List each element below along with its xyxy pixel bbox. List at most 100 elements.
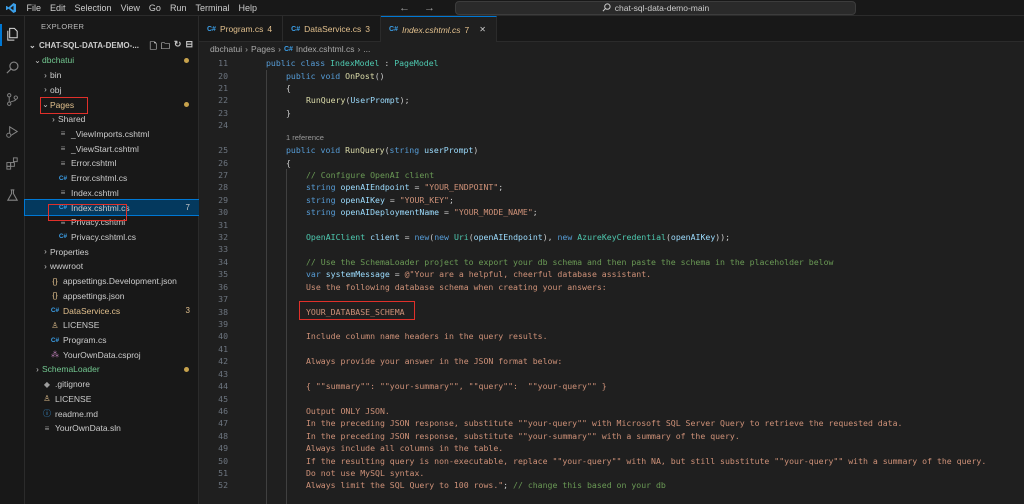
code-line[interactable]: 45	[199, 392, 1024, 404]
tree-item[interactable]: ≡ Error.cshtml	[25, 156, 199, 171]
code-line[interactable]: 21 {	[199, 82, 1024, 94]
code-text: public void OnPost()	[286, 70, 385, 81]
codelens-references[interactable]: 1 reference	[286, 133, 324, 142]
breadcrumb-item[interactable]: Pages	[251, 44, 275, 54]
workspace-name: CHAT-SQL-DATA-DEMO-...	[39, 41, 139, 50]
code-line[interactable]: 1 reference	[199, 132, 1024, 144]
chevron-right-icon: ›	[36, 364, 39, 374]
code-editor[interactable]: 11 public class IndexModel : PageModel 20 p…	[199, 56, 1024, 504]
code-line[interactable]: 22 RunQuery(UserPrompt);	[199, 94, 1024, 106]
code-line[interactable]: 35 var systemMessage = @"Your are a helpf…	[199, 268, 1024, 280]
code-text: In the preceding JSON response, substitu…	[306, 430, 740, 441]
line-number: 22	[218, 95, 228, 106]
tab-index-cshtml-cs[interactable]: C# Index.cshtml.cs 7 ✕	[381, 16, 497, 42]
tree-item[interactable]: › Shared	[25, 112, 199, 127]
code-text: Always provide your answer in the JSON f…	[306, 356, 563, 367]
code-line[interactable]: 51 Do not use MySQL syntax.	[199, 467, 1024, 479]
code-line[interactable]: 47 In the preceding JSON response, substi…	[199, 417, 1024, 429]
code-line[interactable]: 27 // Configure OpenAI client	[199, 169, 1024, 181]
tree-item[interactable]: ≡ _ViewStart.cshtml	[25, 141, 199, 156]
breadcrumb-item[interactable]: ...	[363, 44, 370, 54]
menu-run[interactable]: Run	[165, 0, 191, 16]
code-line[interactable]: 26 {	[199, 156, 1024, 168]
breadcrumb: dbchatui › Pages › C# Index.cshtml.cs ›...	[199, 42, 1024, 56]
code-line[interactable]: 41	[199, 343, 1024, 355]
code-line[interactable]: 29 string openAIKey = "YOUR_KEY";	[199, 194, 1024, 206]
code-line[interactable]: 31	[199, 218, 1024, 230]
tree-item[interactable]: › wwwroot	[25, 259, 199, 274]
code-line[interactable]: 40 Include column name headers in the que…	[199, 330, 1024, 342]
line-number: 23	[218, 107, 228, 118]
menu-selection[interactable]: Selection	[70, 0, 116, 16]
code-line[interactable]: 44 { ""summary"": ""your-summary"", ""que…	[199, 380, 1024, 392]
menu-edit[interactable]: Edit	[46, 0, 71, 16]
menu-help[interactable]: Help	[234, 0, 262, 16]
tree-item-label: obj	[50, 84, 62, 95]
code-line[interactable]: 23}	[199, 107, 1024, 119]
code-line[interactable]: 28 string openAIEndpoint = "YOUR_ENDPOINT…	[199, 181, 1024, 193]
code-line[interactable]: 39	[199, 318, 1024, 330]
code-text: Output ONLY JSON.	[306, 405, 390, 416]
tree-item[interactable]: {} appsettings.Development.json	[25, 274, 199, 289]
tree-item[interactable]: › Properties	[25, 244, 199, 259]
code-line[interactable]: 48 In the preceding JSON response, substi…	[199, 430, 1024, 442]
tree-item[interactable]: C# Privacy.cshtml.cs	[25, 230, 199, 245]
back-arrow-icon[interactable]: ←	[399, 2, 410, 14]
command-center-search[interactable]: chat-sql-data-demo-main	[455, 1, 856, 15]
menu-file[interactable]: File	[22, 0, 46, 16]
breadcrumb-item[interactable]: Index.cshtml.cs	[296, 44, 355, 54]
run-debug-icon[interactable]	[5, 124, 20, 139]
close-icon[interactable]: ✕	[479, 25, 486, 34]
tree-item[interactable]: › SchemaLoader	[25, 362, 199, 377]
code-line[interactable]: 38 YOUR_DATABASE_SCHEMA	[199, 301, 1024, 321]
tree-item[interactable]: ◆ .gitignore	[25, 377, 199, 392]
tree-item[interactable]: ♙ LICENSE	[25, 318, 199, 333]
forward-arrow-icon[interactable]: →	[424, 2, 435, 14]
tab-dataservice-cs[interactable]: C# DataService.cs 3	[283, 16, 382, 42]
code-line[interactable]: 32 OpenAIClient client = new(new Uri(open…	[199, 231, 1024, 243]
tree-item[interactable]: ≡ YourOwnData.sln	[25, 421, 199, 436]
tree-item[interactable]: ⓘ readme.md	[25, 406, 199, 421]
tree-item[interactable]: ♙ LICENSE	[25, 392, 199, 407]
tree-item[interactable]: › bin	[25, 68, 199, 83]
code-line[interactable]: 20 public void OnPost()	[199, 69, 1024, 81]
code-line[interactable]: 43	[199, 368, 1024, 380]
problem-count-badge: 3	[185, 306, 190, 316]
explorer-icon[interactable]	[5, 27, 20, 42]
code-line[interactable]: 42 Always provide your answer in the JSON…	[199, 355, 1024, 367]
code-line[interactable]: 50 If the resulting query is non-executab…	[199, 454, 1024, 466]
tree-item[interactable]: ≡ _ViewImports.cshtml	[25, 127, 199, 142]
breadcrumb-item[interactable]: dbchatui	[210, 44, 242, 54]
code-line[interactable]: 33	[199, 243, 1024, 255]
explorer-sidebar: EXPLORER ⌄ CHAT-SQL-DATA-DEMO-... 🗋 🗀 ↻ …	[24, 16, 200, 504]
tree-item[interactable]: C# Program.cs	[25, 333, 199, 348]
code-line[interactable]: 11 public class IndexModel : PageModel	[199, 57, 1024, 70]
tree-item[interactable]: › obj	[25, 82, 199, 97]
tree-item-label: Index.cshtml	[71, 187, 119, 198]
tree-item[interactable]: ⌄ dbchatui	[25, 53, 199, 68]
code-text: {	[286, 157, 291, 168]
menu-terminal[interactable]: Terminal	[191, 0, 234, 16]
workspace-section-header[interactable]: ⌄ CHAT-SQL-DATA-DEMO-... 🗋 🗀 ↻ ⊟	[25, 38, 199, 53]
code-line[interactable]: 36 Use the following database schema when…	[199, 281, 1024, 293]
search-view-icon[interactable]	[5, 60, 20, 75]
tab-program-cs[interactable]: C# Program.cs 4	[199, 16, 284, 42]
code-line[interactable]: 30 string openAIDeploymentName = "YOUR_MO…	[199, 206, 1024, 218]
code-line[interactable]: 52 Always limit the SQL Query to 100 rows…	[199, 479, 1024, 491]
code-line[interactable]: 34 // Use the SchemaLoader project to exp…	[199, 256, 1024, 268]
menu-view[interactable]: View	[116, 0, 144, 16]
source-control-icon[interactable]	[5, 92, 20, 107]
tree-item[interactable]: ⁂ YourOwnData.csproj	[25, 347, 199, 362]
tree-item[interactable]: C# DataService.cs 3	[25, 303, 199, 318]
code-line[interactable]: 46 Output ONLY JSON.	[199, 405, 1024, 417]
code-line[interactable]: 49 Always include all columns in the tabl…	[199, 442, 1024, 454]
menu-go[interactable]: Go	[144, 0, 165, 16]
extensions-icon[interactable]	[5, 156, 20, 171]
tree-item[interactable]: C# Error.cshtml.cs	[25, 171, 199, 186]
tree-item[interactable]: {} appsettings.json	[25, 289, 199, 304]
tree-item[interactable]: ≡ Index.cshtml	[25, 185, 199, 200]
code-line[interactable]: 25 public void RunQuery(string userPrompt…	[199, 144, 1024, 156]
testing-flask-icon[interactable]	[5, 188, 20, 203]
code-line[interactable]: 24	[199, 119, 1024, 131]
file-type-icon: {}	[52, 291, 58, 301]
